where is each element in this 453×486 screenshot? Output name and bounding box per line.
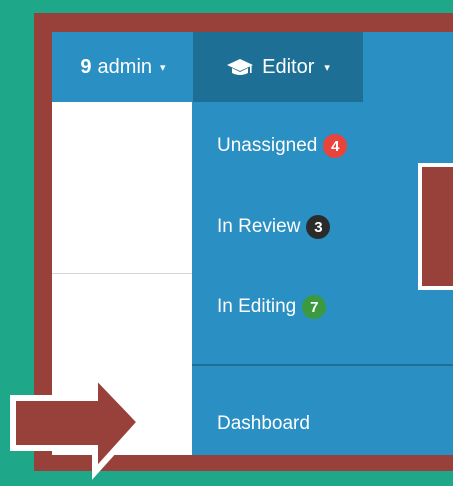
count-badge: 3: [306, 215, 331, 239]
chevron-down-icon: ▾: [160, 61, 166, 74]
menu-item-unassigned[interactable]: Unassigned 4: [217, 128, 348, 164]
menu-item-in-editing[interactable]: In Editing 7: [217, 289, 327, 325]
chevron-down-icon: ▾: [324, 61, 330, 74]
menu-item-label: In Editing: [217, 296, 297, 317]
count-badge: 4: [323, 134, 348, 158]
admin-label: admin: [97, 55, 153, 78]
annotation-marker: [418, 163, 453, 290]
editor-menu-toggle[interactable]: Editor ▾: [193, 32, 363, 102]
content-divider: [52, 273, 192, 274]
graduation-cap-icon: [227, 59, 254, 75]
menu-item-label: Dashboard: [217, 413, 310, 434]
menu-item-label: In Review: [217, 216, 301, 237]
annotation-arrow-icon: [10, 375, 145, 480]
user-icon: 9: [80, 55, 92, 78]
admin-menu-toggle[interactable]: 9 admin ▾: [54, 32, 192, 102]
menu-item-dashboard[interactable]: Dashboard: [217, 406, 310, 442]
count-badge: 7: [302, 295, 327, 319]
menu-divider: [192, 364, 453, 366]
menu-item-in-review[interactable]: In Review 3: [217, 209, 331, 245]
menu-item-label: Unassigned: [217, 135, 318, 156]
editor-label: Editor: [262, 55, 315, 78]
